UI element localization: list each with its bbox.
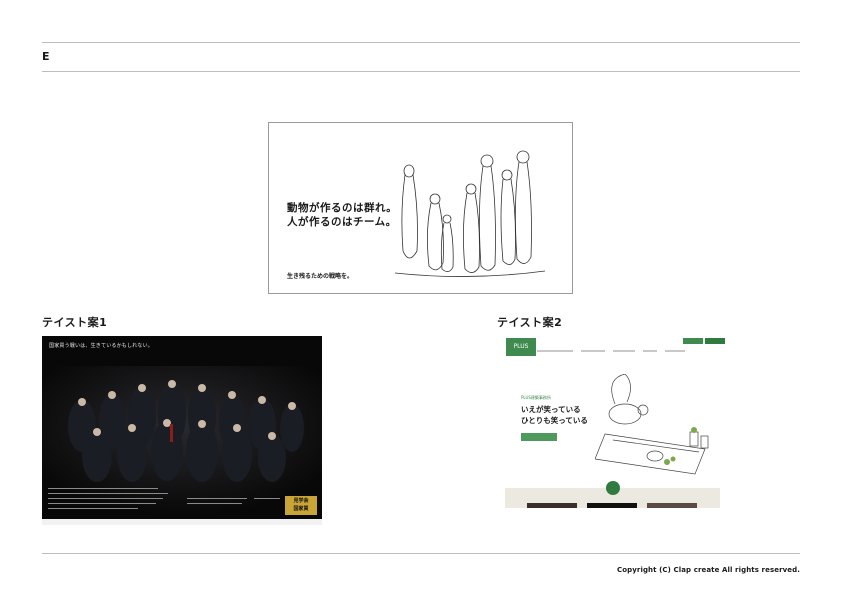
taste1-body-text-line (48, 488, 158, 489)
taste2-thumbnail (527, 503, 577, 508)
badge-line-1: 見学会 (293, 498, 309, 504)
header-rule (42, 71, 800, 72)
taste1-badge: 見学会 国家買 (285, 496, 317, 515)
taste1-body-text-line (48, 498, 163, 499)
copy-line-2: ひとりも笑っている (521, 416, 588, 425)
taste2-caption: テイスト案2 (497, 316, 563, 329)
badge-line-2: 国家買 (293, 506, 309, 512)
taste1-image: 国家買う戦いは、生きているかもしれない。 見学会 国家買 (42, 336, 322, 525)
taste2-nav-item (613, 350, 635, 352)
main-ad-image: 動物が作るのは群れ。 人が作るのはチーム。 生き残るための戦略を。 (268, 122, 573, 294)
taste1-body-text-line (48, 493, 168, 494)
taste1-body-text-line (48, 503, 156, 504)
taste1-body-text-line (48, 508, 138, 509)
taste2-section-marker (606, 481, 620, 495)
headline-line-1: 動物が作るのは群れ。 (287, 202, 398, 214)
taste2-nav-item (643, 350, 657, 352)
taste2-image: PLUS PLUS建築事務所 いえが笑っている ひとりも笑っている (505, 336, 727, 508)
headline-line-2: 人が作るのはチーム。 (287, 216, 397, 228)
taste1-caption: テイスト案1 (42, 316, 108, 329)
footer-rule (42, 553, 800, 554)
taste1-footer-strip (42, 519, 322, 525)
taste2-nav-item (581, 350, 605, 352)
top-rule (42, 42, 800, 43)
taste2-copy: いえが笑っている ひとりも笑っている (521, 404, 588, 426)
taste1-info-line (187, 503, 242, 504)
main-ad-subcopy: 生き残るための戦略を。 (287, 273, 354, 280)
taste2-cta-button (521, 433, 557, 441)
meerkat-illustration (395, 150, 545, 277)
taste2-header-button (683, 338, 703, 344)
taste2-nav-item (665, 350, 685, 352)
main-ad-headline: 動物が作るのは群れ。 人が作るのはチーム。 (287, 201, 397, 229)
taste2-squirrel-illustration (595, 374, 709, 475)
taste2-tagline: PLUS建築事務所 (521, 395, 551, 400)
taste2-thumbnail (647, 503, 697, 508)
taste1-info-line (254, 498, 280, 499)
copyright-text: Copyright (C) Clap create All rights res… (616, 566, 800, 574)
taste2-thumbnail (587, 503, 637, 508)
taste2-logo: PLUS (506, 338, 536, 356)
section-letter: E (42, 50, 50, 63)
taste2-nav-item (537, 350, 573, 352)
taste2-header-button (705, 338, 725, 344)
copy-line-1: いえが笑っている (521, 405, 581, 414)
taste1-info-line (187, 498, 247, 499)
taste1-lead: 国家買う戦いは、生きているかもしれない。 (49, 343, 154, 349)
